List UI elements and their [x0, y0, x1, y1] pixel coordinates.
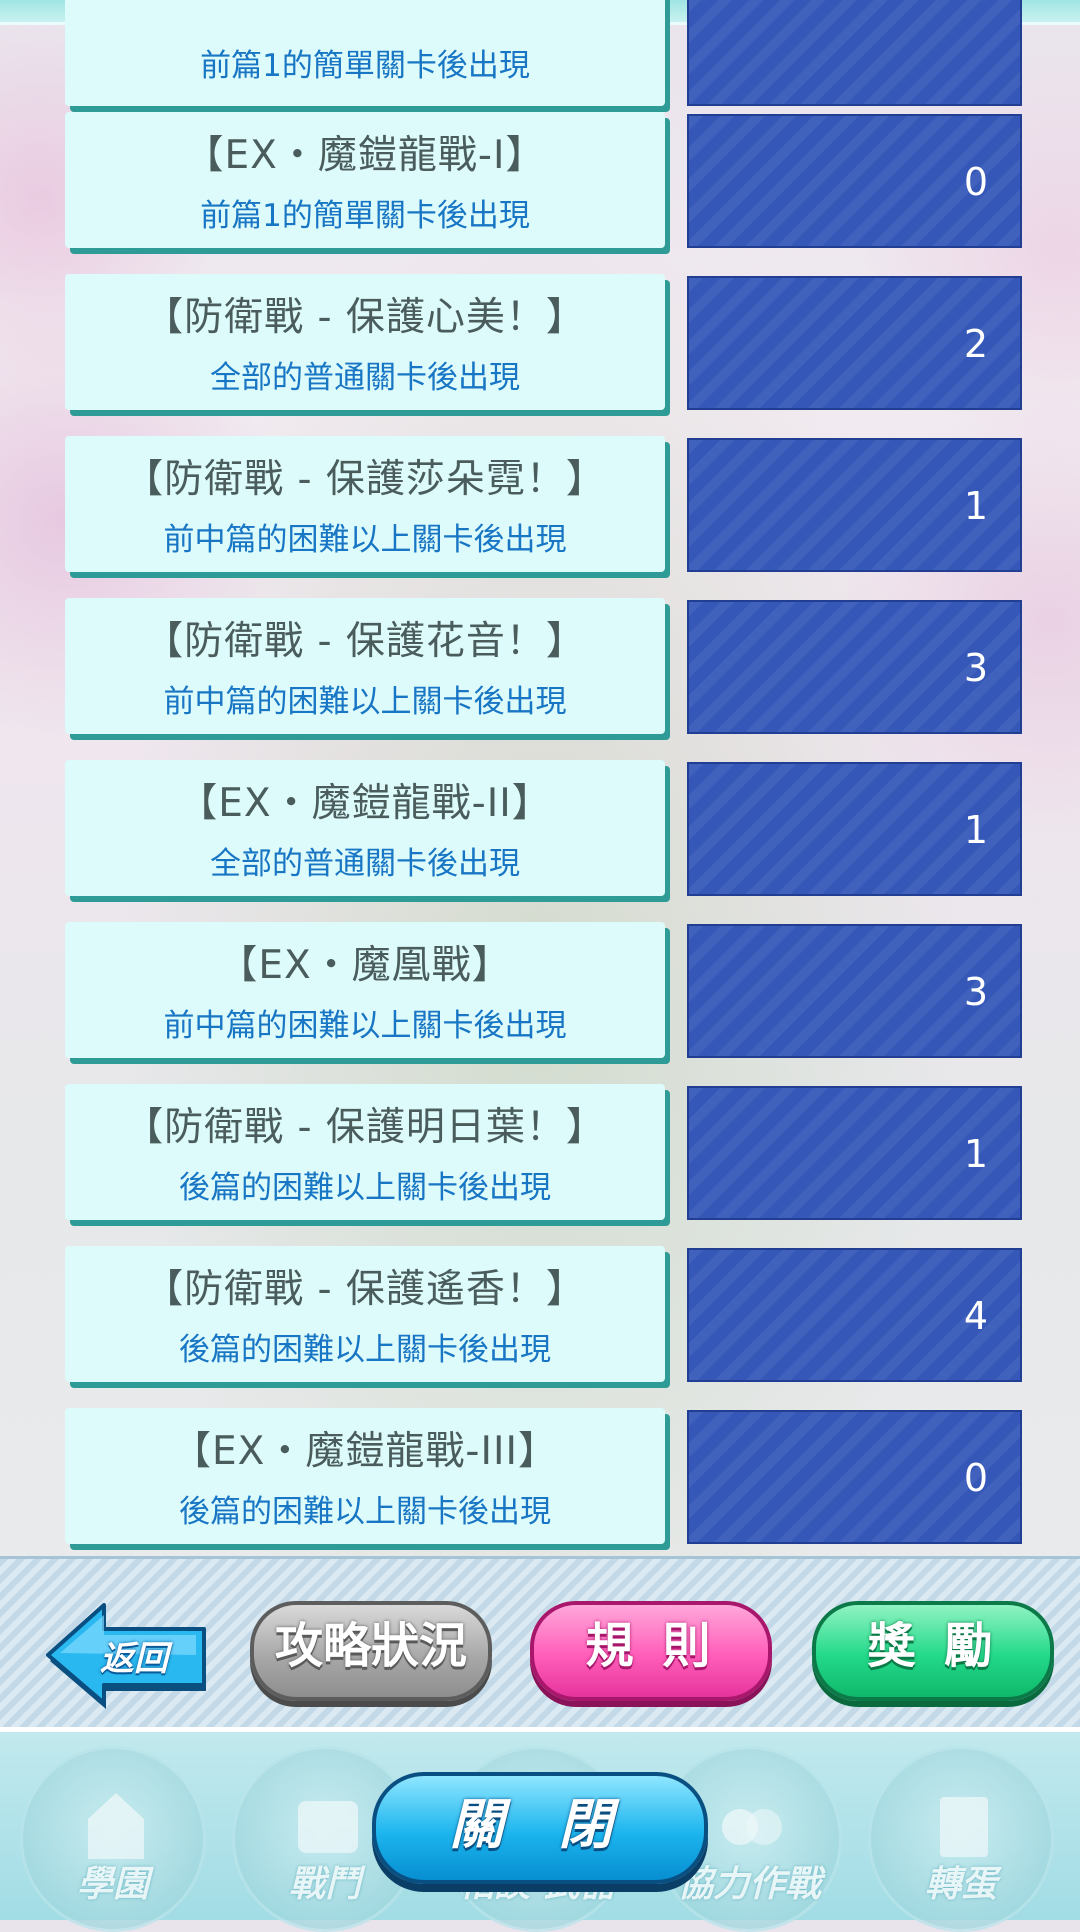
mission-score-box: 0 [687, 1410, 1022, 1544]
mission-card[interactable]: 【防衛戰 - 保護明日葉！】 後篇的困難以上關卡後出現 [65, 1084, 665, 1220]
mission-card[interactable]: 【EX・魔鎧龍戰-III】 後篇的困難以上關卡後出現 [65, 1408, 665, 1544]
mission-card[interactable]: 【EX・魔鎧龍戰-II】 全部的普通關卡後出現 [65, 760, 665, 896]
mission-score-box: 1 [687, 438, 1022, 572]
mission-card[interactable]: 前篇1的簡單關卡後出現 [65, 0, 665, 106]
progress-status-button[interactable]: 攻略狀況 [250, 1601, 492, 1701]
mission-row[interactable]: 【EX・魔凰戰】 前中篇的困難以上關卡後出現 3 [0, 922, 1080, 1058]
mission-card[interactable]: 【防衛戰 - 保護心美！】 全部的普通關卡後出現 [65, 274, 665, 410]
mission-condition: 前中篇的困難以上關卡後出現 [163, 1008, 567, 1044]
mission-score: 4 [963, 1294, 988, 1338]
mission-row[interactable]: 【EX・魔鎧龍戰-III】 後篇的困難以上關卡後出現 0 [0, 1408, 1080, 1544]
mission-score-box: 3 [687, 924, 1022, 1058]
mission-condition: 前篇1的簡單關卡後出現 [200, 198, 530, 234]
mission-card[interactable]: 【EX・魔凰戰】 前中篇的困難以上關卡後出現 [65, 922, 665, 1058]
mission-card[interactable]: 【防衛戰 - 保護遙香！】 後篇的困難以上關卡後出現 [65, 1246, 665, 1382]
rules-button[interactable]: 規 則 [530, 1601, 772, 1701]
mission-score: 1 [963, 484, 988, 528]
mission-card[interactable]: 【防衛戰 - 保護花音！】 前中篇的困難以上關卡後出現 [65, 598, 665, 734]
mission-score-box: 1 [687, 1086, 1022, 1220]
mission-row[interactable]: 【防衛戰 - 保護花音！】 前中篇的困難以上關卡後出現 3 [0, 598, 1080, 734]
mission-score-box: 1 [687, 762, 1022, 896]
mission-row[interactable]: 【防衛戰 - 保護心美！】 全部的普通關卡後出現 2 [0, 274, 1080, 410]
mission-row[interactable]: 【EX・魔鎧龍戰-I】 前篇1的簡單關卡後出現 0 [0, 112, 1080, 248]
mission-score: 3 [963, 970, 988, 1014]
mission-score-box: 0 [687, 114, 1022, 248]
mission-score-box: 3 [687, 600, 1022, 734]
mission-condition: 全部的普通關卡後出現 [210, 846, 520, 882]
mission-score-box [687, 0, 1022, 106]
nav-item-school[interactable]: 學園 [20, 1746, 206, 1932]
mission-score: 0 [963, 1456, 988, 1500]
nav-label: 學園 [76, 1864, 149, 1905]
mission-title: 【防衛戰 - 保護莎朵霓！】 [124, 457, 606, 502]
nav-label: 轉蛋 [924, 1864, 997, 1905]
mission-condition: 前中篇的困難以上關卡後出現 [163, 684, 567, 720]
mission-title: 【EX・魔鎧龍戰-II】 [178, 781, 552, 826]
mission-title: 【EX・魔鎧龍戰-I】 [184, 133, 546, 178]
rewards-button[interactable]: 獎 勵 [812, 1601, 1054, 1701]
mission-score-box: 4 [687, 1248, 1022, 1382]
mission-row[interactable]: 【防衛戰 - 保護遙香！】 後篇的困難以上關卡後出現 4 [0, 1246, 1080, 1382]
mission-title: 【防衛戰 - 保護遙香！】 [144, 1267, 586, 1312]
nav-item-gacha[interactable]: 轉蛋 [868, 1746, 1054, 1932]
mission-condition: 全部的普通關卡後出現 [210, 360, 520, 396]
mission-score: 2 [963, 322, 988, 366]
mission-condition: 後篇的困難以上關卡後出現 [179, 1170, 551, 1206]
mission-row[interactable]: 前篇1的簡單關卡後出現 [0, 0, 1080, 106]
mission-score-box: 2 [687, 276, 1022, 410]
school-icon [88, 1793, 144, 1859]
mission-row[interactable]: 【EX・魔鎧龍戰-II】 全部的普通關卡後出現 1 [0, 760, 1080, 896]
mission-row[interactable]: 【防衛戰 - 保護明日葉！】 後篇的困難以上關卡後出現 1 [0, 1084, 1080, 1220]
mission-score: 1 [963, 808, 988, 852]
gacha-icon [940, 1797, 988, 1857]
mission-score: 3 [963, 646, 988, 690]
mission-row[interactable]: 【防衛戰 - 保護莎朵霓！】 前中篇的困難以上關卡後出現 1 [0, 436, 1080, 572]
back-button[interactable]: 返回 [46, 1603, 212, 1709]
mission-condition: 後篇的困難以上關卡後出現 [179, 1332, 551, 1368]
mission-title: 【防衛戰 - 保護心美！】 [144, 295, 586, 340]
mission-title: 【EX・魔凰戰】 [218, 943, 512, 988]
mission-score: 0 [963, 160, 988, 204]
mission-condition: 前篇1的簡單關卡後出現 [200, 48, 530, 84]
mission-title: 【EX・魔鎧龍戰-III】 [172, 1429, 558, 1474]
back-button-label: 返回 [100, 1639, 168, 1679]
coop-icon [722, 1809, 782, 1845]
mission-title: 【防衛戰 - 保護明日葉！】 [124, 1105, 606, 1150]
action-button-bar: 返回 攻略狀況 規 則 獎 勵 [0, 1556, 1080, 1735]
mission-condition: 後篇的困難以上關卡後出現 [179, 1494, 551, 1530]
mission-card[interactable]: 【防衛戰 - 保護莎朵霓！】 前中篇的困難以上關卡後出現 [65, 436, 665, 572]
mission-title: 【防衛戰 - 保護花音！】 [144, 619, 586, 664]
mission-card[interactable]: 【EX・魔鎧龍戰-I】 前篇1的簡單關卡後出現 [65, 112, 665, 248]
mission-condition: 前中篇的困難以上關卡後出現 [163, 522, 567, 558]
mission-score: 1 [963, 1132, 988, 1176]
battle-icon [298, 1801, 358, 1853]
close-button[interactable]: 關 閉 [372, 1772, 708, 1884]
